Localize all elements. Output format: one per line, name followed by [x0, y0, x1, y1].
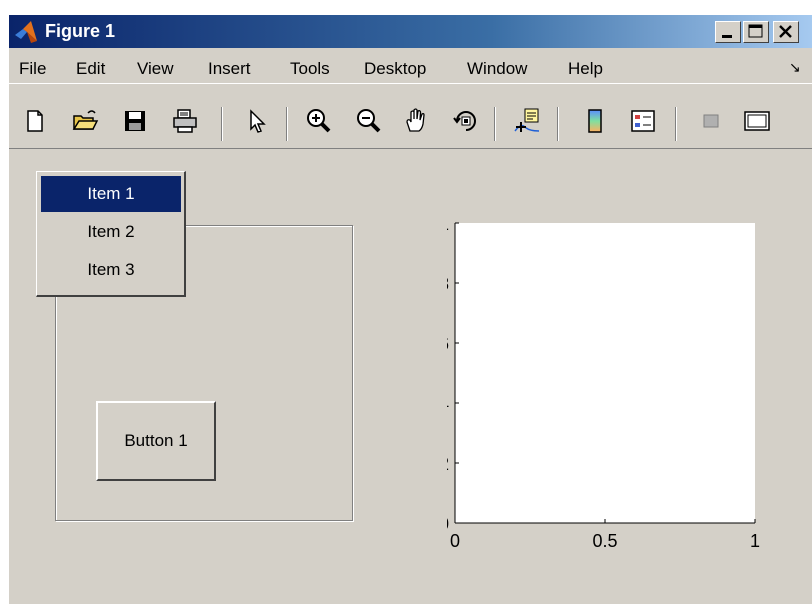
select-arrow-icon[interactable]	[243, 107, 271, 135]
menu-tools[interactable]: Tools	[290, 59, 330, 79]
menu-window[interactable]: Window	[467, 59, 527, 79]
list-item-1[interactable]: Item 1	[41, 176, 181, 212]
x-tick-label: 1	[750, 531, 760, 551]
maximize-button[interactable]	[743, 21, 769, 43]
toolbar	[9, 85, 812, 149]
maximize-icon	[748, 24, 763, 38]
y-tick-label: 0.8	[447, 274, 449, 294]
listbox[interactable]: Item 1 Item 2 Item 3	[36, 171, 186, 297]
list-item-2[interactable]: Item 2	[41, 214, 181, 250]
zoom-out-icon[interactable]	[354, 107, 382, 135]
print-icon[interactable]	[171, 107, 199, 135]
zoom-in-icon[interactable]	[304, 107, 332, 135]
x-tick-label: 0.5	[592, 531, 617, 551]
list-item-3[interactable]: Item 3	[41, 252, 181, 288]
toolbar-separator	[557, 107, 559, 141]
save-icon[interactable]	[121, 107, 149, 135]
open-folder-icon[interactable]	[71, 107, 99, 135]
menu-bar: File Edit View Insert Tools Desktop Wind…	[9, 51, 812, 81]
menu-view[interactable]: View	[137, 59, 174, 79]
new-file-icon[interactable]	[21, 107, 49, 135]
dock-arrow-icon[interactable]: ↘	[789, 59, 801, 76]
toolbar-separator	[675, 107, 677, 141]
hide-plot-tools-icon[interactable]	[697, 107, 725, 135]
toolbar-separator	[286, 107, 288, 141]
show-plot-tools-icon[interactable]	[743, 107, 771, 135]
toolbar-separator	[221, 107, 223, 141]
close-icon	[779, 25, 792, 38]
menu-desktop[interactable]: Desktop	[364, 59, 426, 79]
close-button[interactable]	[773, 21, 799, 43]
minimize-icon	[722, 35, 732, 38]
menu-edit[interactable]: Edit	[76, 59, 105, 79]
y-tick-label: 1	[447, 214, 449, 234]
plot-axes[interactable]: 0 0.2 0.4 0.6 0.8 1 0 0.5 1	[447, 209, 787, 573]
y-tick-label: 0	[447, 514, 449, 534]
minimize-button[interactable]	[715, 21, 741, 43]
menu-divider	[9, 83, 812, 84]
menu-file[interactable]: File	[19, 59, 46, 79]
figure-window: Figure 1 File Edit View Insert Tools Des…	[8, 14, 812, 604]
axes-plot-area	[455, 223, 755, 523]
matlab-logo-icon	[15, 21, 37, 43]
toolbar-separator	[494, 107, 496, 141]
menu-help[interactable]: Help	[568, 59, 603, 79]
x-tick-label: 0	[450, 531, 460, 551]
window-title: Figure 1	[45, 21, 116, 41]
legend-icon[interactable]	[629, 107, 657, 135]
toolbar-divider	[9, 148, 812, 149]
menu-insert[interactable]: Insert	[208, 59, 251, 79]
colorbar-icon[interactable]	[581, 107, 609, 135]
pan-hand-icon[interactable]	[402, 107, 430, 135]
title-bar[interactable]: Figure 1	[9, 15, 812, 48]
data-cursor-icon[interactable]	[513, 107, 541, 135]
y-tick-label: 0.2	[447, 454, 449, 474]
y-tick-label: 0.6	[447, 334, 449, 354]
rotate-3d-icon[interactable]	[452, 107, 480, 135]
y-tick-label: 0.4	[447, 394, 449, 414]
button-1[interactable]: Button 1	[96, 401, 216, 481]
